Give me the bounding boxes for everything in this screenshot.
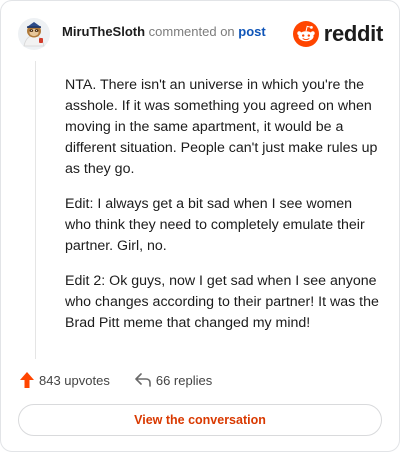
comment-actions: 843 upvotes 66 replies: [19, 370, 212, 390]
sloth-avatar-icon: [18, 18, 50, 50]
replies-button[interactable]: 66 replies: [134, 372, 212, 388]
comment-paragraph: NTA. There isn't an universe in which yo…: [65, 77, 378, 177]
comment-paragraph: Edit: I always get a bit sad when I see …: [65, 196, 365, 254]
comment-header: MiruTheSloth commented on post reddit: [18, 15, 383, 53]
reply-count: 66 replies: [155, 372, 213, 388]
user-avatar[interactable]: [18, 18, 50, 50]
comment-paragraph: Edit 2: Ok guys, now I get sad when I se…: [65, 273, 379, 331]
reply-arrow-icon: [135, 373, 151, 387]
header-text: MiruTheSloth commented on post: [62, 24, 266, 39]
post-link[interactable]: post: [238, 24, 265, 39]
thread-line: [35, 61, 36, 359]
comment-card: MiruTheSloth commented on post reddit NT…: [0, 0, 400, 452]
comment-body: NTA. There isn't an universe in which yo…: [65, 75, 379, 348]
reddit-wordmark: reddit: [323, 21, 384, 46]
view-conversation-button[interactable]: View the conversation: [18, 404, 382, 436]
reddit-snoo-icon: [292, 21, 319, 47]
upvote-button[interactable]: 843 upvotes: [19, 371, 110, 389]
upvote-arrow-icon: [20, 372, 34, 388]
username-link[interactable]: MiruTheSloth: [62, 24, 145, 39]
header-action-text: commented on: [148, 24, 235, 39]
upvote-count: 843 upvotes: [39, 372, 110, 388]
reddit-logo[interactable]: reddit: [292, 19, 384, 49]
